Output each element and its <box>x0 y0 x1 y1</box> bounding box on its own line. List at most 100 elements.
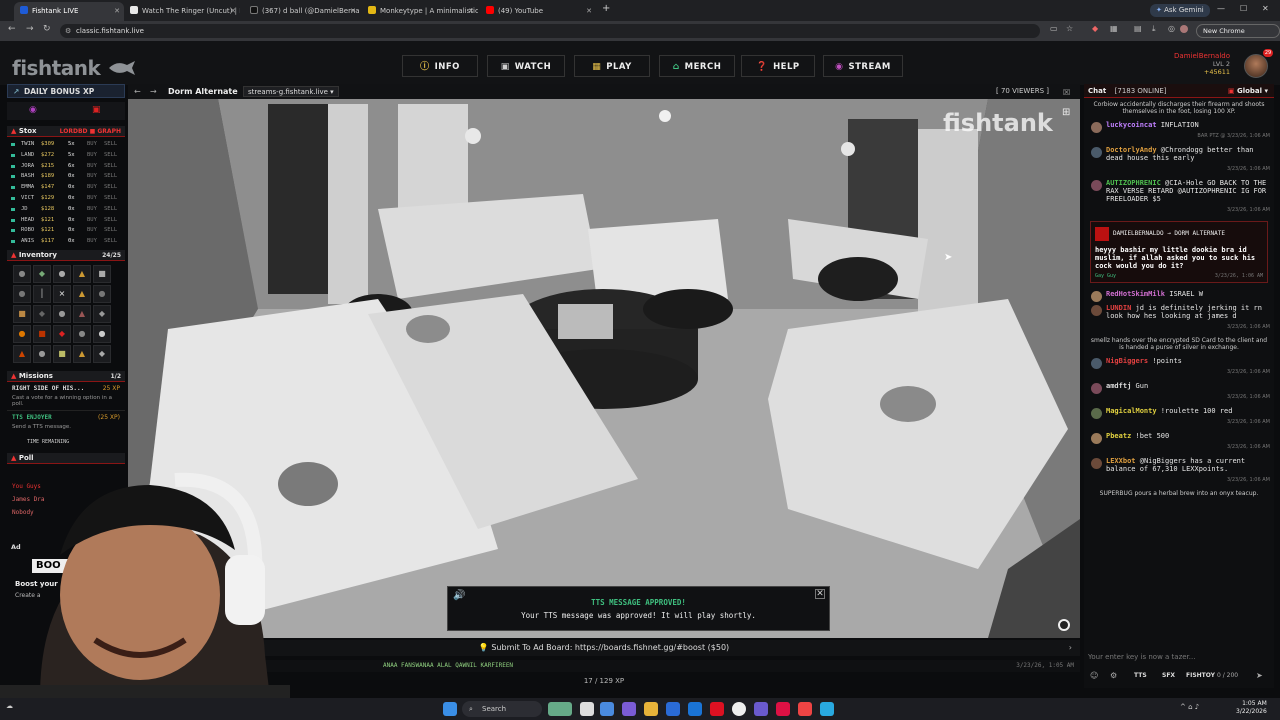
settings-icon[interactable]: ⚙ <box>1110 668 1117 684</box>
next-room-icon[interactable]: → <box>150 84 157 99</box>
inventory-slot[interactable]: ◆ <box>93 344 111 363</box>
maximize-icon[interactable]: ☐ <box>1240 4 1247 13</box>
tray-icons[interactable]: ^ ⌂ ♪ <box>1180 703 1199 711</box>
stream-tab-icon[interactable]: ◉ <box>29 105 37 115</box>
bookmark-star-icon[interactable]: ☆ <box>1066 24 1073 33</box>
chat-channel-select[interactable]: ▣ Global ▾ <box>1228 84 1268 98</box>
discord-icon[interactable] <box>754 702 768 716</box>
record-icon[interactable] <box>1058 619 1070 631</box>
user-info[interactable]: DamielBernaldo LVL 2 +45611 <box>1174 52 1230 76</box>
chat-username[interactable]: luckycoincat <box>1106 121 1157 129</box>
nav-stream-button[interactable]: ◉ STREAM <box>823 55 903 77</box>
sfx-button[interactable]: SFX <box>1162 668 1175 684</box>
mission-item[interactable]: TTS ENJOYER (25 XP) Send a TTS message. <box>7 411 125 433</box>
stock-sell-button[interactable]: SELL <box>104 215 117 226</box>
taskbar-clock[interactable]: 1:05 AM 3/22/2026 <box>1236 700 1267 716</box>
cast-icon[interactable]: ▭ <box>1050 24 1058 33</box>
inventory-slot[interactable]: │ <box>33 284 51 303</box>
inventory-slot[interactable]: ◆ <box>33 304 51 323</box>
browser-tab[interactable]: (367) d ball (@DamielBernaldo ✕ <box>244 2 360 21</box>
site-info-icon[interactable]: ⚙ <box>65 24 71 38</box>
stock-sell-button[interactable]: SELL <box>104 171 117 182</box>
chat-message[interactable]: Pbeatz !bet 500 3/23/26, 1:06 AM <box>1084 429 1274 454</box>
close-stream-icon[interactable]: ☒ <box>1063 85 1070 100</box>
store-tab-icon[interactable]: ▣ <box>92 105 101 115</box>
inventory-slot[interactable]: ◆ <box>53 324 71 343</box>
close-window-icon[interactable]: ✕ <box>1262 4 1269 13</box>
avatar[interactable] <box>1091 147 1102 158</box>
widgets-icon[interactable] <box>548 702 572 716</box>
file-explorer-icon[interactable] <box>644 702 658 716</box>
app-icon[interactable] <box>798 702 812 716</box>
close-tab-icon[interactable]: ✕ <box>468 2 474 21</box>
daily-bonus-button[interactable]: ↗ DAILY BONUS XP <box>7 84 125 98</box>
inventory-slot[interactable]: × <box>53 284 71 303</box>
stock-sell-button[interactable]: SELL <box>104 225 117 236</box>
fishtoy-button[interactable]: FISHTOY <box>1186 668 1215 684</box>
chat-message[interactable]: AUTIZOPHRENIC @CIA-Hole GO BACK TO THE R… <box>1084 176 1274 217</box>
download-icon[interactable]: ⤓ <box>1152 24 1156 34</box>
chat-message[interactable]: DoctorlyAndy @Chrondogg better than dead… <box>1084 143 1274 176</box>
chevron-right-icon[interactable]: › <box>1069 640 1072 656</box>
stock-buy-button[interactable]: BUY <box>87 204 97 215</box>
stock-sell-button[interactable]: SELL <box>104 182 117 193</box>
extensions-puzzle-icon[interactable]: ▦ <box>1110 24 1118 33</box>
stock-buy-button[interactable]: BUY <box>87 225 97 236</box>
stock-buy-button[interactable]: BUY <box>87 182 97 193</box>
nav-info-button[interactable]: ⓘ INFO <box>402 55 478 77</box>
avatar[interactable] <box>1091 383 1102 394</box>
inventory-slot[interactable]: ■ <box>93 264 111 283</box>
notification-badge[interactable]: 29 <box>1263 49 1273 57</box>
teams-icon[interactable] <box>622 702 636 716</box>
chat-message[interactable]: LEXXbot @NigBiggers has a current balanc… <box>1084 454 1274 487</box>
inventory-slot[interactable]: ■ <box>13 304 31 323</box>
emoji-icon[interactable]: ☺ <box>1090 668 1098 684</box>
mission-item[interactable]: RIGHT SIDE OF HIS... 25 XP Cast a vote fo… <box>7 382 125 411</box>
edge-icon[interactable] <box>600 702 614 716</box>
avatar[interactable] <box>1091 458 1102 469</box>
stock-buy-button[interactable]: BUY <box>87 236 97 247</box>
chat-message[interactable]: RedHotSkimMilk ISRAEL W <box>1084 287 1274 302</box>
inventory-slot[interactable]: ▲ <box>13 344 31 363</box>
inventory-slot[interactable]: ● <box>33 344 51 363</box>
close-tab-icon[interactable]: ✕ <box>350 2 356 21</box>
stock-sell-button[interactable]: SELL <box>104 161 117 172</box>
avatar[interactable] <box>1091 358 1102 369</box>
inventory-slot[interactable]: ▲ <box>73 344 91 363</box>
inventory-slot[interactable]: ▲ <box>73 304 91 323</box>
url-field[interactable]: ⚙ classic.fishtank.live <box>60 24 1040 38</box>
chat-message[interactable]: MagicalMonty !roulette 100 red 3/23/26, 1… <box>1084 404 1274 429</box>
side-panel-icon[interactable]: ▤ <box>1134 24 1142 33</box>
mail-icon[interactable] <box>688 702 702 716</box>
chat-username[interactable]: DoctorlyAndy <box>1106 146 1157 154</box>
chat-username[interactable]: amdftj <box>1106 382 1131 390</box>
task-view-icon[interactable] <box>580 702 594 716</box>
stock-sell-button[interactable]: SELL <box>104 139 117 150</box>
browser-tab[interactable]: Watch The Ringer (Uncut) | Prin ✕ <box>124 2 240 21</box>
chat-message[interactable]: luckycoincat INFLATION BAR PTZ @ 3/23/26,… <box>1084 118 1274 143</box>
chat-message[interactable]: NigBiggers !points 3/23/26, 1:06 AM <box>1084 354 1274 379</box>
start-icon[interactable] <box>443 702 457 716</box>
profile-avatar-icon[interactable] <box>1180 25 1188 33</box>
stock-buy-button[interactable]: BUY <box>87 150 97 161</box>
fishtank-logo[interactable]: fishtank <box>12 56 137 80</box>
extension-icon[interactable]: ◆ <box>1092 24 1098 33</box>
inventory-slot[interactable]: ● <box>93 324 111 343</box>
tts-button[interactable]: TTS <box>1134 668 1147 684</box>
chat-username[interactable]: LEXXbot <box>1106 457 1136 465</box>
send-icon[interactable]: ➤ <box>1256 668 1263 684</box>
telegram-icon[interactable] <box>820 702 834 716</box>
chat-input[interactable]: Your enter key is now a tazer... <box>1084 650 1274 664</box>
inventory-slot[interactable]: ● <box>53 264 71 283</box>
close-tab-icon[interactable]: ✕ <box>586 2 592 21</box>
close-tab-icon[interactable]: ✕ <box>114 2 120 21</box>
chat-message[interactable]: LUNDIN jd is definitely jerking it rn lo… <box>1084 301 1274 334</box>
avatar[interactable] <box>1091 433 1102 444</box>
tab-search-icon[interactable]: ◎ <box>1168 24 1175 33</box>
inventory-slot[interactable]: ● <box>13 324 31 343</box>
chat-username[interactable]: RedHotSkimMilk <box>1106 290 1165 298</box>
nav-watch-button[interactable]: ▣ WATCH <box>487 55 565 77</box>
avatar[interactable] <box>1091 305 1102 316</box>
weather-icon[interactable]: ☁ <box>6 702 13 710</box>
reload-icon[interactable]: ↻ <box>43 24 51 34</box>
